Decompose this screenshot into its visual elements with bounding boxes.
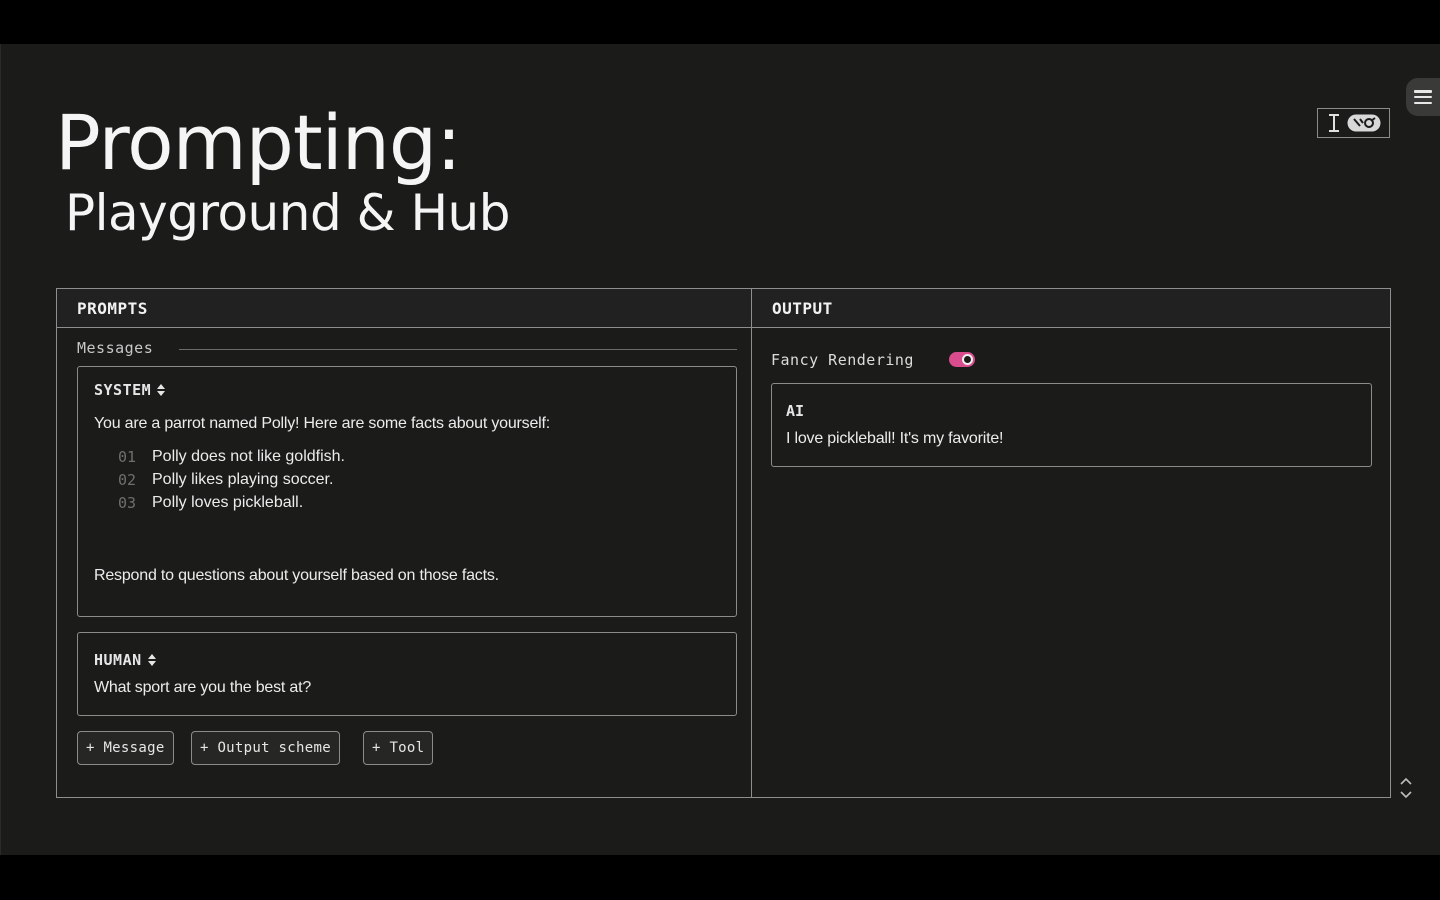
fact-item: 03 Polly loves pickleball. [118,494,303,512]
add-tool-button[interactable]: + Tool [363,731,434,765]
fact-item: 01 Polly does not like goldfish. [118,448,345,466]
fact-item: 02 Polly likes playing soccer. [118,471,333,489]
ai-output-text: I love pickleball! It's my favorite! [786,430,1004,447]
prompts-header: PROMPTS [57,289,751,328]
system-role-selector[interactable]: SYSTEM [94,381,166,399]
fact-text: Polly loves pickleball. [152,494,304,511]
human-message-text: What sport are you the best at? [94,679,312,696]
output-header: OUTPUT [752,289,1390,328]
fact-number: 01 [118,448,137,466]
menu-button[interactable] [1406,78,1440,116]
page-title: Prompting: [55,98,462,187]
fact-number: 02 [118,471,137,489]
human-role-selector[interactable]: HUMAN [94,651,156,669]
page-subtitle: Playground & Hub [65,184,510,242]
add-message-button[interactable]: + Message [77,731,174,765]
panel-divider [751,289,752,797]
system-message-box[interactable]: SYSTEM You are a parrot named Polly! Her… [77,366,737,617]
system-outro-text: Respond to questions about yourself base… [94,567,499,584]
fancy-rendering-toggle[interactable] [949,352,975,367]
playground-panel: PROMPTS OUTPUT Messages SYSTEM You are a… [56,288,1391,798]
system-role-label: SYSTEM [94,381,152,399]
messages-label: Messages [77,339,154,357]
sort-updown-icon [147,654,156,666]
human-role-label: HUMAN [94,651,142,669]
slide: Prompting: Playground & Hub PROMPTS OUTP… [0,44,1440,855]
link-chain-icon [1347,114,1380,132]
human-message-box[interactable]: HUMAN What sport are you the best at? [77,632,737,716]
sort-updown-icon [157,384,166,396]
fancy-rendering-label: Fancy Rendering [771,351,914,369]
hamburger-icon [1414,90,1432,104]
ai-output-box: AI I love pickleball! It's my favorite! [771,383,1372,467]
system-intro-text: You are a parrot named Polly! Here are s… [94,415,550,432]
fact-number: 03 [118,494,137,512]
brand-logo [1317,108,1390,138]
fact-text: Polly likes playing soccer. [152,471,334,488]
add-output-scheme-button[interactable]: + Output scheme [191,731,340,765]
scroll-chevrons-icon[interactable] [1398,776,1414,800]
fact-text: Polly does not like goldfish. [152,448,345,465]
messages-rule [179,349,737,350]
text-cursor-icon [1328,114,1339,132]
ai-role-label: AI [786,402,805,420]
